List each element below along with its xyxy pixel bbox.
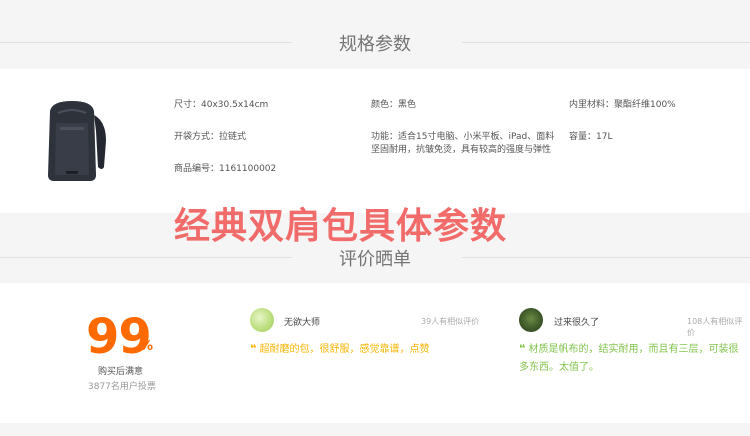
spec-function-line2: 坚固耐用，抗皱免烫，具有较高的强度与弹性 <box>371 145 552 155</box>
satisfaction-score: 99 <box>86 309 152 365</box>
satisfaction-label: 购买后满意 <box>98 367 144 377</box>
review-text: ❝ 材质是帆布的，结实耐用，而且有三层，可装很 多东西。太值了。 <box>519 340 745 377</box>
reviewer-name[interactable]: 无欲大师 <box>284 315 320 328</box>
spec-code: 商品编号：1161100002 <box>174 164 277 174</box>
spec-size: 尺寸：40x30.5x14cm <box>174 100 269 110</box>
spec-function-line1: 功能：适合15寸电脑、小米平板、iPad、面料 <box>371 132 555 142</box>
avatar[interactable] <box>250 308 274 332</box>
quote-icon: ❝ <box>519 342 526 355</box>
review-body: 超耐磨的包，很舒服，感觉靠谱，点赞 <box>259 344 430 355</box>
review-body-line1: 材质是帆布的，结实耐用，而且有三层，可装很 <box>528 344 739 355</box>
reviews-section-title: 评价晒单 <box>339 249 411 270</box>
backpack-image <box>48 101 106 181</box>
specs-section-header: 规格参数 <box>0 28 750 58</box>
overlay-caption: 经典双肩包具体参数 <box>174 206 508 247</box>
satisfaction-unit: % <box>140 339 154 354</box>
reviewer-name[interactable]: 过来很久了 <box>554 315 599 328</box>
satisfaction-vote-count: 3877名用户投票 <box>88 382 156 392</box>
spec-opening: 开袋方式：拉链式 <box>174 132 247 142</box>
review-helpful-count: 39人有相似评价 <box>421 317 480 326</box>
avatar[interactable] <box>519 308 543 332</box>
specs-section-title: 规格参数 <box>339 34 411 55</box>
spec-color: 颜色：黑色 <box>371 100 417 110</box>
specs-card: 尺寸：40x30.5x14cm 颜色：黑色 内里材料：聚酯纤维100% 开袋方式… <box>0 69 750 213</box>
review-helpful-count: 108人有相似评价 <box>687 317 743 337</box>
spec-capacity: 容量：17L <box>569 132 613 142</box>
reviews-card: 99 % 购买后满意 3877名用户投票 无欲大师 39人有相似评价 ❝ 超耐磨的… <box>0 283 750 423</box>
reviews-section-header: 评价晒单 <box>0 243 750 273</box>
spec-lining: 内里材料：聚酯纤维100% <box>569 100 676 110</box>
review-text: ❝ 超耐磨的包，很舒服，感觉靠谱，点赞 <box>250 340 429 359</box>
review-body-line2: 多东西。太值了。 <box>519 362 599 373</box>
quote-icon: ❝ <box>250 342 257 355</box>
